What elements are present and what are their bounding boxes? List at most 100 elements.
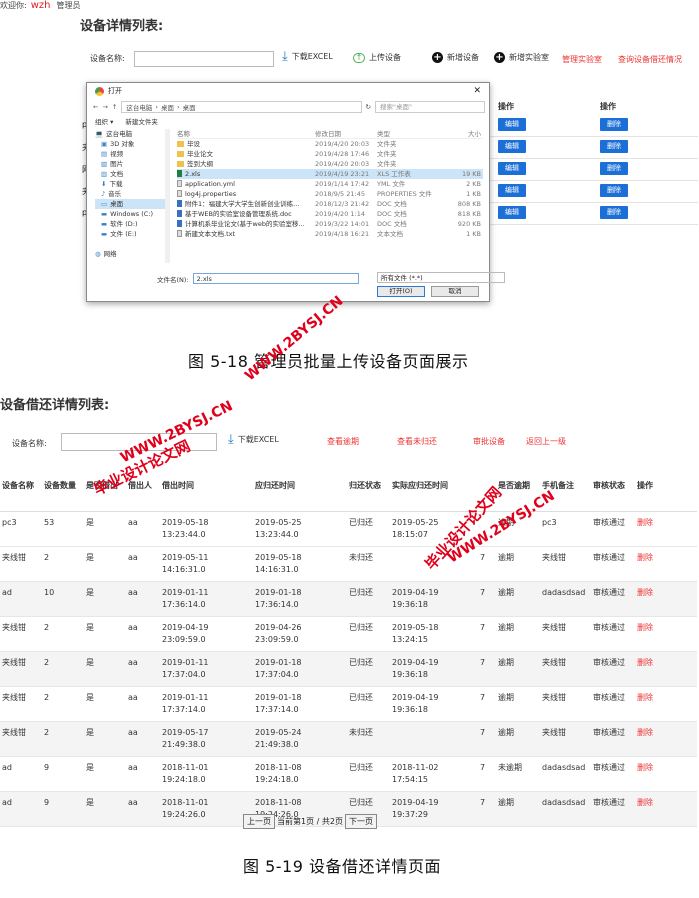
- table-cell: 逾期: [496, 546, 540, 582]
- type-column-header[interactable]: 类型: [377, 129, 447, 138]
- nav-tree-item[interactable]: ◍ 网络: [95, 249, 167, 259]
- download-excel-button[interactable]: ⤓ 下载EXCEL: [282, 50, 333, 63]
- add-device-button[interactable]: + 新增设备: [432, 52, 479, 63]
- table-cell: 审核通过: [591, 686, 635, 722]
- edit-button[interactable]: 编辑: [498, 206, 526, 219]
- next-page-button[interactable]: 下一页: [344, 814, 377, 829]
- size-column-header[interactable]: 大小: [447, 129, 481, 138]
- file-row[interactable]: 毕设 2019/4/20 20:03 文件夹: [177, 139, 483, 149]
- path-input[interactable]: 这台电脑 › 桌面 › 桌面: [121, 100, 362, 113]
- nav-tree-item[interactable]: ▧ 图片: [95, 159, 167, 169]
- table-cell: 已归还: [347, 616, 390, 652]
- cancel-button[interactable]: 取消: [431, 286, 479, 297]
- delete-button[interactable]: 删除: [600, 162, 628, 175]
- file-name-cell: 毕设: [177, 139, 315, 149]
- dialog-toolbar: 组织 ▾ 新建文件夹: [95, 116, 158, 126]
- open-button[interactable]: 打开(O): [377, 286, 425, 297]
- file-row[interactable]: 附件1：福建大学大学生创新创业训练... 2018/12/3 21:42 DOC 文…: [177, 199, 483, 209]
- file-row[interactable]: 计算机系毕业论文(基于web的实验室移... 2019/3/22 14:01 DOC…: [177, 219, 483, 229]
- prev-page-button[interactable]: 上一页: [243, 814, 275, 829]
- file-row[interactable]: 基于WEB的实验室设备管理系统.doc 2019/4/20 1:14 DOC 文档 8…: [177, 209, 483, 219]
- search-input[interactable]: 搜索"桌面": [375, 100, 485, 113]
- nav-tree-item[interactable]: ⬇ 下载: [95, 179, 167, 189]
- file-row[interactable]: 签到大纲 2019/4/20 20:03 文件夹: [177, 159, 483, 169]
- delete-link[interactable]: 删除: [635, 756, 697, 792]
- edit-button[interactable]: 编辑: [498, 140, 526, 153]
- nav-item-label: 下载: [109, 180, 123, 188]
- table-cell: aa: [126, 721, 160, 757]
- table-cell: 2019-04-19 23:09:59.0: [160, 616, 253, 652]
- file-name: 计算机系毕业论文(基于web的实验室移...: [185, 220, 305, 228]
- upload-device-label: 上传设备: [369, 53, 401, 62]
- filetype-select[interactable]: 所有文件 (*.*): [377, 272, 505, 283]
- file-name-cell: 2.xls: [177, 169, 315, 179]
- edit-button[interactable]: 编辑: [498, 184, 526, 197]
- breadcrumb-item[interactable]: 桌面: [161, 102, 174, 112]
- upload-device-button[interactable]: ↑ 上传设备: [353, 52, 401, 63]
- view-overdue-link[interactable]: 查看逾期: [327, 436, 359, 447]
- back-link[interactable]: 返回上一级: [526, 436, 566, 447]
- delete-link[interactable]: 删除: [635, 581, 697, 617]
- delete-link[interactable]: 删除: [635, 686, 697, 722]
- nav-item-icon: ▬: [101, 230, 108, 238]
- table-cell: 9: [42, 756, 84, 792]
- delete-button[interactable]: 删除: [600, 184, 628, 197]
- nav-tree-item[interactable]: ▭ 桌面: [95, 199, 167, 209]
- table-row: 夹线钳 2 是 aa 2019-05-17 21:49:38.0 2019-05-24 2…: [0, 721, 697, 757]
- nav-tree-item[interactable]: ▥ 文档: [95, 169, 167, 179]
- delete-link[interactable]: 删除: [635, 616, 697, 652]
- new-folder-button[interactable]: 新建文件夹: [125, 116, 158, 126]
- nav-tree-item[interactable]: ▬ 文件 (E:): [95, 229, 167, 239]
- delete-button[interactable]: 删除: [600, 118, 628, 131]
- breadcrumb-item[interactable]: 这台电脑: [126, 102, 152, 112]
- back-icon[interactable]: ←: [93, 103, 98, 111]
- edit-button[interactable]: 编辑: [498, 118, 526, 131]
- file-row[interactable]: 2.xls 2019/4/19 23:21 XLS 工作表 19 KB: [177, 169, 483, 179]
- table-cell: 审核通过: [591, 616, 635, 652]
- delete-link[interactable]: 删除: [635, 511, 697, 547]
- forward-icon[interactable]: →: [102, 103, 107, 111]
- table-cell: 2019-04-19 19:36:18: [390, 686, 478, 722]
- close-icon[interactable]: ✕: [473, 86, 481, 96]
- nav-tree-item[interactable]: ♪ 音乐: [95, 189, 167, 199]
- tree-scrollbar[interactable]: [165, 129, 170, 263]
- query-lend-link[interactable]: 查询设备借还情况: [618, 54, 682, 65]
- date-column-header[interactable]: 修改日期: [315, 129, 377, 138]
- delete-link[interactable]: 删除: [635, 721, 697, 757]
- delete-link[interactable]: 删除: [635, 791, 697, 827]
- file-icon: [177, 180, 182, 187]
- download-excel-button[interactable]: ⤓ 下载EXCEL: [228, 433, 279, 446]
- file-row[interactable]: application.yml 2019/1/14 17:42 YML 文件 2 KB: [177, 179, 483, 189]
- table-cell: 是: [84, 616, 126, 652]
- nav-tree-item[interactable]: 💻 这台电脑: [95, 129, 167, 139]
- file-row[interactable]: 新建文本文档.txt 2019/4/18 16:21 文本文档 1 KB: [177, 229, 483, 239]
- add-lab-button[interactable]: + 新增实验室: [494, 52, 549, 63]
- filename-input[interactable]: 2.xls: [192, 273, 359, 284]
- table-cell: 2018-11-02 17:54:15: [390, 756, 478, 792]
- download-excel-label: 下载EXCEL: [237, 435, 279, 444]
- name-column-header[interactable]: 名称: [177, 129, 315, 138]
- manage-lab-link[interactable]: 管理实验室: [562, 54, 602, 65]
- delete-button[interactable]: 删除: [600, 140, 628, 153]
- audit-devices-link[interactable]: 审批设备: [473, 436, 505, 447]
- device-name-input[interactable]: [134, 51, 274, 67]
- nav-tree-item[interactable]: ▬ 软件 (D:): [95, 219, 167, 229]
- delete-link[interactable]: 删除: [635, 651, 697, 687]
- refresh-icon[interactable]: ↻: [366, 103, 371, 111]
- file-row[interactable]: 毕业论文 2019/4/28 17:46 文件夹: [177, 149, 483, 159]
- organize-menu[interactable]: 组织 ▾: [95, 116, 113, 126]
- table-cell: 2019-05-17 21:49:38.0: [160, 721, 253, 757]
- edit-button[interactable]: 编辑: [498, 162, 526, 175]
- nav-tree-item[interactable]: ▬ Windows (C:): [95, 209, 167, 219]
- up-icon[interactable]: ↑: [112, 103, 117, 111]
- delete-button[interactable]: 删除: [600, 206, 628, 219]
- nav-tree-item[interactable]: ▣ 3D 对象: [95, 139, 167, 149]
- delete-link[interactable]: 删除: [635, 546, 697, 582]
- breadcrumb-item[interactable]: 桌面: [183, 102, 196, 112]
- nav-item-label: 音乐: [108, 190, 122, 198]
- nav-tree-item[interactable]: ▤ 视频: [95, 149, 167, 159]
- file-row[interactable]: log4j.properties 2018/9/5 21:45 PROPERTIES…: [177, 189, 483, 199]
- table-cell: 已归还: [347, 756, 390, 792]
- nav-tree-item[interactable]: [95, 239, 167, 249]
- view-unreturned-link[interactable]: 查看未归还: [397, 436, 437, 447]
